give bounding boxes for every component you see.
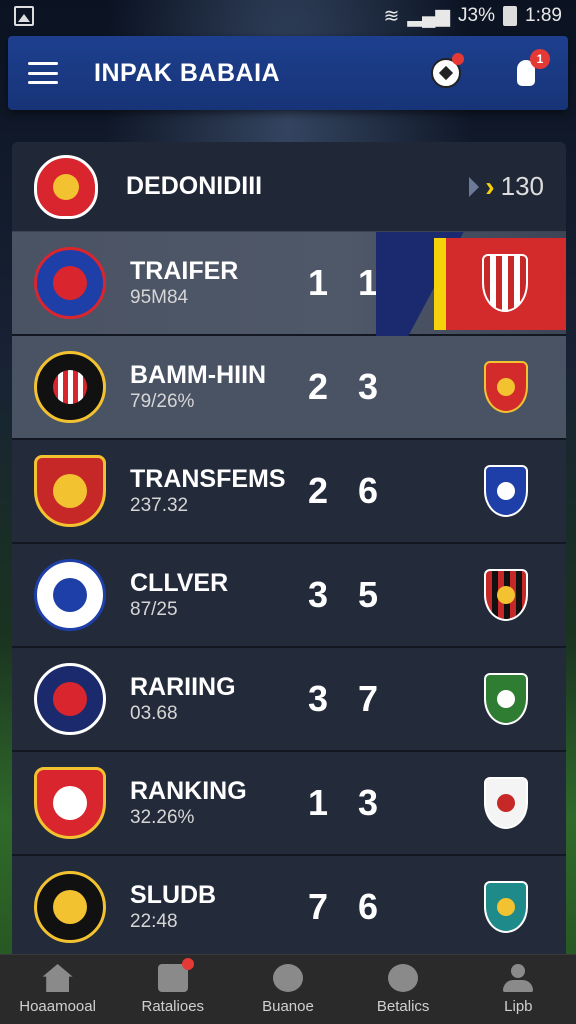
notification-bulb-icon[interactable]: 1: [504, 49, 550, 95]
score: 7 6: [308, 886, 389, 927]
header-value: 130: [500, 171, 544, 201]
team-name: TRANSFEMS: [130, 465, 286, 493]
chevron-right-icon[interactable]: ›: [485, 171, 494, 203]
menu-icon[interactable]: [28, 62, 58, 84]
app-title: INPAK BABAIA: [94, 58, 281, 87]
score: 2 3: [308, 366, 389, 407]
team-stat: 237.32: [130, 495, 189, 516]
list-item[interactable]: RANKING 32.26% 1 3: [12, 752, 566, 856]
opponent-crest: [484, 569, 528, 621]
team-stat: 79/26%: [130, 391, 195, 412]
wifi-icon: ≋: [383, 5, 400, 27]
nav-label: Betalics: [376, 998, 430, 1015]
team-name: RANKING: [130, 777, 247, 805]
nav-betalics[interactable]: Betalics: [348, 964, 458, 1015]
list-item[interactable]: RARIING 03.68 3 7: [12, 648, 566, 752]
nav-lipb[interactable]: Lipb: [463, 964, 573, 1015]
list-item[interactable]: TRANSFEMS 237.32 2 6: [12, 440, 566, 544]
nav-badge-dot: [181, 958, 194, 970]
opponent-crest: [482, 254, 528, 312]
team-name: RARIING: [130, 673, 236, 701]
club-crest: [34, 559, 106, 631]
club-crest: [34, 247, 106, 319]
team-name: SLUDB: [130, 881, 217, 909]
score: 3 5: [308, 574, 389, 615]
score: 3 7: [308, 678, 389, 719]
header-title: DEDONIDIII: [126, 172, 263, 200]
team-stat: 22:48: [130, 911, 178, 932]
nav-home[interactable]: Hoaamooal: [3, 964, 113, 1015]
club-crest: [34, 351, 106, 423]
nav-buanoe[interactable]: Buanoe: [233, 964, 343, 1015]
user-icon: [503, 964, 534, 992]
signal-icon: ▂▄▆: [407, 5, 451, 27]
nav-ratalioes[interactable]: Ratalioes: [118, 958, 228, 1015]
opponent-crest: [484, 881, 528, 933]
flag-banner: [376, 232, 566, 336]
image-notification-icon: [14, 6, 34, 26]
list-header[interactable]: DEDONIDIII › 130: [12, 142, 566, 232]
team-name: TRAIFER: [130, 257, 239, 285]
team-stat: 95M84: [130, 287, 189, 308]
team-stat: 03.68: [130, 703, 178, 724]
app-bar: INPAK BABAIA 1: [8, 36, 568, 110]
opponent-crest: [484, 673, 528, 725]
face-icon: [388, 964, 419, 992]
score: 2 6: [308, 470, 389, 511]
battery-percent: J3%: [458, 5, 496, 26]
nav-label: Buanoe: [262, 998, 314, 1015]
club-crest: [34, 871, 106, 943]
battery-icon: [503, 6, 518, 26]
list-item[interactable]: SLUDB 22:48 7 6: [12, 856, 566, 954]
list-item[interactable]: CLLVER 87/25 3 5: [12, 544, 566, 648]
home-icon: [42, 964, 73, 992]
club-crest: [34, 767, 106, 839]
football-icon: [272, 964, 303, 992]
play-arrow-icon: [469, 176, 480, 197]
team-stat: 32.26%: [130, 807, 195, 828]
nav-label: Lipb: [504, 998, 533, 1015]
status-bar: ≋ ▂▄▆ J3% 1:89: [0, 0, 576, 32]
nav-label: Ratalioes: [141, 998, 205, 1015]
bottom-navigation: Hoaamooal Ratalioes Buanoe Betalics Lipb: [0, 954, 576, 1024]
opponent-crest: [484, 361, 528, 413]
clock: 1:89: [525, 5, 562, 26]
club-crest: [34, 663, 106, 735]
list-item[interactable]: BAMM-HIIN 79/26% 2 3: [12, 336, 566, 440]
football-search-icon[interactable]: [424, 51, 468, 95]
notification-badge: 1: [530, 49, 550, 69]
team-stat: 87/25: [130, 599, 178, 620]
match-list-panel: DEDONIDIII › 130 TRAIFER 95M84 1 1 BAMM-…: [12, 142, 566, 954]
team-name: CLLVER: [130, 569, 229, 597]
team-name: BAMM-HIIN: [130, 361, 267, 389]
opponent-crest: [484, 777, 528, 829]
list-item[interactable]: TRAIFER 95M84 1 1: [12, 232, 566, 336]
opponent-crest: [484, 465, 528, 517]
nav-label: Hoaamooal: [19, 998, 96, 1015]
club-crest: [34, 455, 106, 527]
score: 1 3: [308, 782, 389, 823]
header-club-crest: [34, 154, 98, 219]
